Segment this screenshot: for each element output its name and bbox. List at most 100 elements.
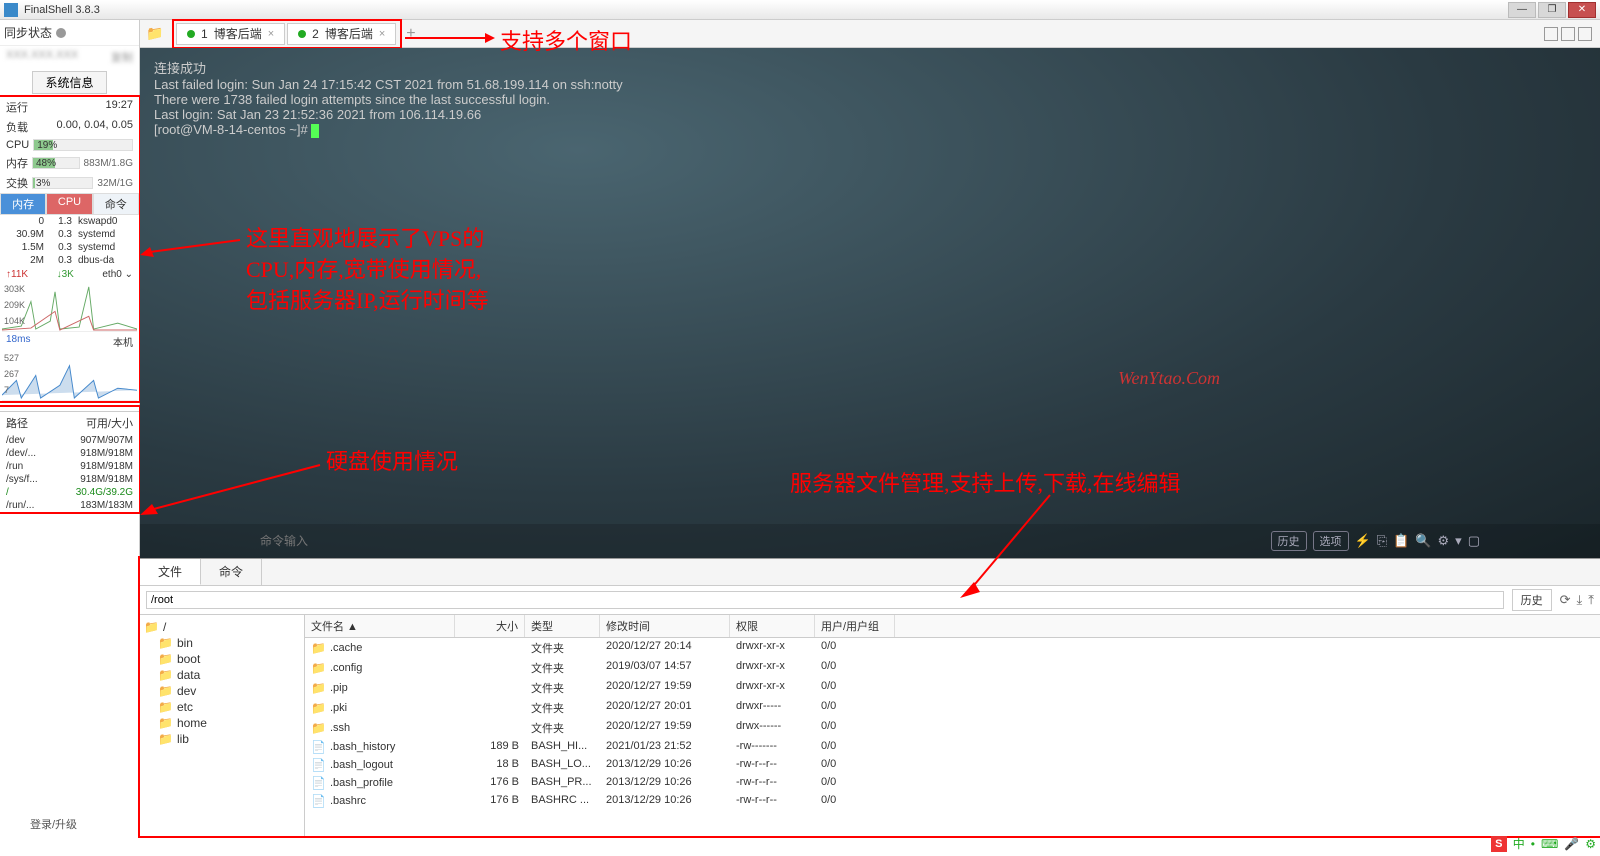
path-input[interactable] xyxy=(146,591,1504,609)
watermark: WenYtao.Com xyxy=(1118,368,1220,389)
file-row[interactable]: 📄.bash_logout18 BBASH_LO...2013/12/29 10… xyxy=(305,756,1600,774)
file-row[interactable]: 📁.pki文件夹2020/12/27 20:01drwxr-----0/0 xyxy=(305,698,1600,718)
disk-row[interactable]: /run/...183M/183M xyxy=(0,499,139,512)
history-button[interactable]: 历史 xyxy=(1271,531,1307,551)
terminal-line: Last login: Sat Jan 23 21:52:36 2021 fro… xyxy=(154,107,1586,122)
settings-icon[interactable]: ⚙ xyxy=(1585,837,1596,851)
bolt-icon[interactable]: ⚡ xyxy=(1355,533,1371,549)
folder-icon: 📁 xyxy=(311,721,326,735)
tab-cmd[interactable]: 命令 xyxy=(93,193,139,215)
folder-icon: 📁 xyxy=(158,636,173,650)
folder-icon: 📁 xyxy=(158,716,173,730)
gear-icon[interactable]: ⚙ xyxy=(1438,533,1450,549)
minimize-button[interactable]: — xyxy=(1508,2,1536,18)
keyboard-icon[interactable]: ⌨ xyxy=(1541,837,1558,851)
fullscreen-icon[interactable]: ▢ xyxy=(1468,533,1480,549)
maximize-button[interactable]: ❐ xyxy=(1538,2,1566,18)
add-tab-button[interactable]: + xyxy=(406,25,415,43)
close-tab-icon[interactable]: × xyxy=(379,28,385,40)
file-icon: 📄 xyxy=(311,740,326,754)
folder-icon: 📁 xyxy=(311,641,326,655)
process-row[interactable]: 30.9M0.3systemd xyxy=(0,228,139,241)
folder-icon: 📁 xyxy=(158,668,173,682)
tree-item[interactable]: 📁home xyxy=(144,715,300,731)
path-history-button[interactable]: 历史 xyxy=(1512,589,1552,611)
cursor-icon xyxy=(311,124,319,138)
file-row[interactable]: 📄.bashrc176 BBASHRC ...2013/12/29 10:26-… xyxy=(305,792,1600,810)
process-row[interactable]: 01.3kswapd0 xyxy=(0,215,139,228)
session-tab-2[interactable]: 2 博客后端 × xyxy=(287,23,396,45)
load-label: 负载 xyxy=(6,119,28,135)
ping-graph: 527 267 7 xyxy=(2,351,137,401)
paste-icon[interactable]: 📋 xyxy=(1393,533,1409,549)
copy-icon[interactable]: ⎘ xyxy=(1377,533,1387,549)
upload-icon[interactable]: ⤒ xyxy=(1588,592,1594,608)
swap-meter: 交换 3% 32M/1G xyxy=(0,173,139,193)
tray-s-icon[interactable]: S xyxy=(1491,836,1507,852)
system-tray: S 中 • ⌨ 🎤 ⚙ xyxy=(1491,835,1596,852)
disk-row[interactable]: /sys/f...918M/918M xyxy=(0,473,139,486)
login-upgrade-link[interactable]: 登录/升级 xyxy=(30,816,77,832)
process-row[interactable]: 2M0.3dbus-da xyxy=(0,254,139,267)
close-button[interactable]: ✕ xyxy=(1568,2,1596,18)
folder-tree[interactable]: 📁/📁bin📁boot📁data📁dev📁etc📁home📁lib xyxy=(140,615,305,836)
net-graph: 303K 209K 104K xyxy=(2,282,137,332)
folder-icon: 📁 xyxy=(158,732,173,746)
refresh-icon[interactable]: ⟳ xyxy=(1560,592,1571,608)
tree-item[interactable]: 📁dev xyxy=(144,683,300,699)
mic-icon[interactable]: 🎤 xyxy=(1564,837,1579,851)
file-icon: 📄 xyxy=(311,776,326,790)
file-row[interactable]: 📄.bash_profile176 BBASH_PR...2013/12/29 … xyxy=(305,774,1600,792)
folder-icon: 📁 xyxy=(311,681,326,695)
folder-icon[interactable]: 📁 xyxy=(146,25,168,43)
tree-item[interactable]: 📁boot xyxy=(144,651,300,667)
titlebar: FinalShell 3.8.3 — ❐ ✕ xyxy=(0,0,1600,20)
app-title: FinalShell 3.8.3 xyxy=(24,4,1508,16)
ime-icon[interactable]: 中 xyxy=(1513,835,1525,852)
system-info-button[interactable]: 系统信息 xyxy=(32,71,106,94)
copy-button[interactable]: 复制 xyxy=(111,49,133,65)
fm-tab-file[interactable]: 文件 xyxy=(140,559,201,585)
disk-row[interactable]: /run918M/918M xyxy=(0,460,139,473)
tree-item[interactable]: 📁lib xyxy=(144,731,300,747)
file-row[interactable]: 📁.pip文件夹2020/12/27 19:59drwxr-xr-x0/0 xyxy=(305,678,1600,698)
session-tab-1[interactable]: 1 博客后端 × xyxy=(176,23,285,45)
tree-item[interactable]: 📁/ xyxy=(144,619,300,635)
file-icon: 📄 xyxy=(311,758,326,772)
folder-icon: 📁 xyxy=(311,661,326,675)
disk-row[interactable]: /dev907M/907M xyxy=(0,434,139,447)
download-icon[interactable]: ⤓ xyxy=(1577,592,1583,608)
ping-host-select[interactable]: 本机 xyxy=(113,334,133,349)
tab-mem[interactable]: 内存 xyxy=(0,193,46,215)
disk-row[interactable]: /dev/...918M/918M xyxy=(0,447,139,460)
file-row[interactable]: 📁.cache文件夹2020/12/27 20:14drwxr-xr-x0/0 xyxy=(305,638,1600,658)
file-row[interactable]: 📁.config文件夹2019/03/07 14:57drwxr-xr-x0/0 xyxy=(305,658,1600,678)
file-row[interactable]: 📄.bash_history189 BBASH_HI...2021/01/23 … xyxy=(305,738,1600,756)
process-tabs[interactable]: 内存 CPU 命令 xyxy=(0,193,139,215)
tab-cpu[interactable]: CPU xyxy=(46,193,92,215)
tray-dot-icon[interactable]: • xyxy=(1531,837,1535,851)
net-interface-select[interactable]: eth0 ⌄ xyxy=(102,269,133,280)
file-row[interactable]: 📁.ssh文件夹2020/12/27 19:59drwx------0/0 xyxy=(305,718,1600,738)
terminal-line: Last failed login: Sun Jan 24 17:15:42 C… xyxy=(154,77,1586,92)
options-button[interactable]: 选项 xyxy=(1313,531,1349,551)
process-row[interactable]: 1.5M0.3systemd xyxy=(0,241,139,254)
tree-item[interactable]: 📁data xyxy=(144,667,300,683)
file-table-header[interactable]: 文件名 ▲ 大小 类型 修改时间 权限 用户/用户组 xyxy=(305,615,1600,638)
command-bar: 历史 选项 ⚡ ⎘ 📋 🔍 ⚙ ▾ ▢ xyxy=(140,524,1600,558)
mem-meter: 内存 48% 883M/1.8G xyxy=(0,153,139,173)
fm-tab-cmd[interactable]: 命令 xyxy=(201,559,262,585)
layout-icons[interactable] xyxy=(1544,27,1592,41)
sync-label: 同步状态 xyxy=(4,24,52,41)
cpu-meter: CPU 19% xyxy=(0,137,139,153)
terminal[interactable]: 连接成功Last failed login: Sun Jan 24 17:15:… xyxy=(140,48,1600,558)
sync-status: 同步状态 xyxy=(0,20,139,46)
tree-item[interactable]: 📁etc xyxy=(144,699,300,715)
tree-item[interactable]: 📁bin xyxy=(144,635,300,651)
command-input[interactable] xyxy=(260,534,415,548)
disk-row[interactable]: /30.4G/39.2G xyxy=(0,486,139,499)
close-tab-icon[interactable]: × xyxy=(268,28,274,40)
search-icon[interactable]: 🔍 xyxy=(1415,533,1431,549)
expand-icon[interactable]: ▾ xyxy=(1455,533,1462,549)
folder-icon: 📁 xyxy=(311,701,326,715)
